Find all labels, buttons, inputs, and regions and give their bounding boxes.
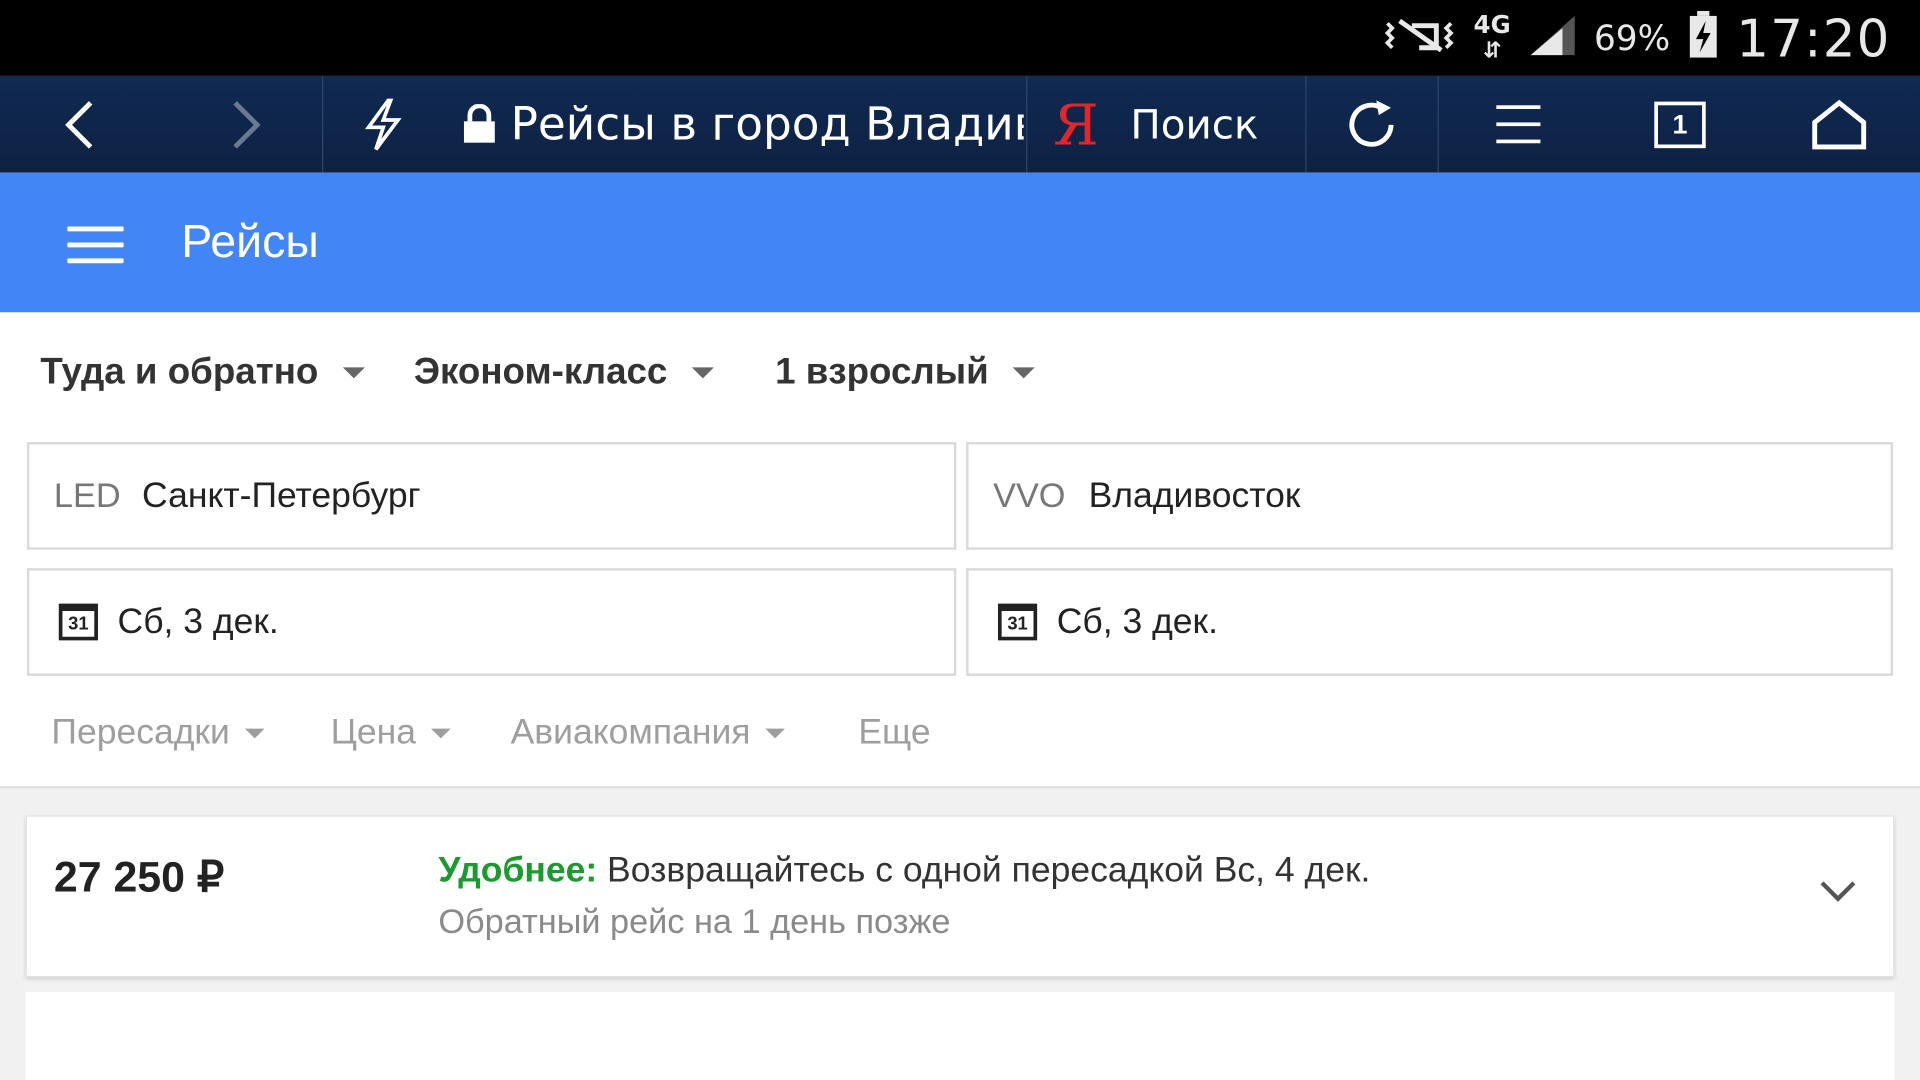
trip-type-label: Туда и обратно [40, 351, 319, 392]
recommendation-subtext: Обратный рейс на 1 день позже [438, 902, 951, 941]
reload-button[interactable] [1335, 76, 1408, 173]
cabin-class-label: Эконом-класс [413, 351, 668, 392]
vibrate-mute-icon [1383, 13, 1456, 63]
yandex-logo-icon: Я [1053, 91, 1099, 158]
cabin-class-dropdown[interactable]: Эконом-класс [414, 351, 714, 393]
back-arrow-icon [65, 100, 93, 149]
home-button[interactable] [1800, 76, 1878, 173]
origin-code: LED [53, 476, 121, 515]
browser-toolbar: Рейсы в город Владив Я Поиск 1 [0, 75, 1920, 173]
origin-city: Санкт-Петербург [142, 475, 421, 515]
back-button[interactable] [37, 76, 123, 173]
nav-menu-button[interactable] [67, 226, 124, 264]
next-result-card [25, 991, 1895, 1080]
filter-price[interactable]: Цена [331, 713, 451, 753]
yandex-search-button[interactable]: Я Поиск [1053, 76, 1298, 173]
toolbar-divider [1437, 75, 1439, 173]
lock-icon [463, 103, 495, 143]
departure-date: Сб, 3 дек. [117, 601, 279, 642]
forward-button[interactable] [203, 76, 289, 173]
calendar-icon: 31 [58, 603, 98, 641]
filter-more-label: Еще [858, 712, 931, 752]
hamburger-icon [67, 258, 124, 264]
filter-airline[interactable]: Авиакомпания [511, 713, 785, 753]
trip-type-dropdown[interactable]: Туда и обратно [40, 351, 365, 393]
page-title-url: Рейсы в город Владив [510, 97, 1024, 151]
hamburger-icon [67, 226, 124, 232]
menu-button[interactable] [1482, 76, 1555, 173]
recommendation-label: Удобнее: [438, 851, 598, 891]
caret-down-icon [244, 727, 265, 738]
caret-down-icon [691, 366, 714, 378]
search-options: Туда и обратно Эконом-класс 1 взрослый [0, 312, 1920, 434]
recommendation-detail: Возвращайтесь с одной пересадкой Вс, 4 д… [597, 851, 1371, 891]
filters-bar: Пересадки Цена Авиакомпания Еще [0, 698, 1920, 786]
battery-percent: 69% [1593, 17, 1671, 59]
toolbar-divider [322, 75, 324, 173]
origin-field[interactable]: LED Санкт-Петербург [26, 442, 957, 550]
page-title: Рейсы [181, 216, 319, 269]
home-icon [1812, 99, 1867, 149]
filter-stops-label: Пересадки [51, 712, 230, 752]
data-arrows-icon: ⇵ [1482, 37, 1502, 64]
caret-down-icon [430, 727, 451, 738]
tabs-button[interactable]: 1 [1641, 76, 1719, 173]
tabs-count-icon: 1 [1654, 101, 1706, 148]
destination-code: VVO [993, 476, 1066, 515]
signal-icon [1528, 13, 1577, 63]
network-type-label: 4G [1473, 9, 1511, 40]
network-indicator: 4G ⇵ [1474, 12, 1511, 63]
passengers-label: 1 взрослый [775, 351, 989, 392]
forward-arrow-icon [233, 100, 261, 149]
toolbar-divider [1305, 75, 1307, 173]
menu-icon [1496, 104, 1541, 143]
flight-result-card[interactable]: 27 250 ₽ Удобнее: Возвращайтесь с одной … [25, 815, 1895, 978]
turbo-button[interactable] [353, 76, 414, 173]
chevron-down-icon[interactable] [1820, 880, 1857, 902]
status-bar: 4G ⇵ 69% 17:20 [0, 0, 1920, 76]
flight-price: 27 250 ₽ [53, 853, 225, 902]
departure-date-field[interactable]: 31 Сб, 3 дек. [26, 568, 957, 676]
return-date-field[interactable]: 31 Сб, 3 дек. [966, 568, 1894, 676]
caret-down-icon [1013, 366, 1036, 378]
destination-field[interactable]: VVO Владивосток [966, 442, 1894, 550]
clock: 17:20 [1736, 7, 1891, 68]
caret-down-icon [765, 727, 785, 738]
calendar-icon: 31 [997, 603, 1038, 641]
recommendation-text: Удобнее: Возвращайтесь с одной пересадко… [438, 851, 1370, 891]
caret-down-icon [342, 366, 365, 378]
filter-price-label: Цена [330, 712, 417, 752]
address-bar[interactable]: Рейсы в город Владив [460, 76, 1024, 173]
app-header: Рейсы [0, 172, 1920, 313]
hamburger-icon [67, 242, 124, 248]
passengers-dropdown[interactable]: 1 взрослый [775, 351, 1036, 393]
lightning-icon [364, 97, 402, 150]
return-date: Сб, 3 дек. [1056, 601, 1218, 642]
filter-airline-label: Авиакомпания [510, 712, 751, 752]
battery-charging-icon [1687, 10, 1719, 65]
destination-city: Владивосток [1088, 475, 1301, 515]
toolbar-divider [1026, 75, 1028, 173]
filter-stops[interactable]: Пересадки [51, 712, 265, 753]
filter-more[interactable]: Еще [858, 713, 930, 753]
search-label: Поиск [1130, 100, 1259, 149]
reload-icon [1349, 99, 1394, 147]
